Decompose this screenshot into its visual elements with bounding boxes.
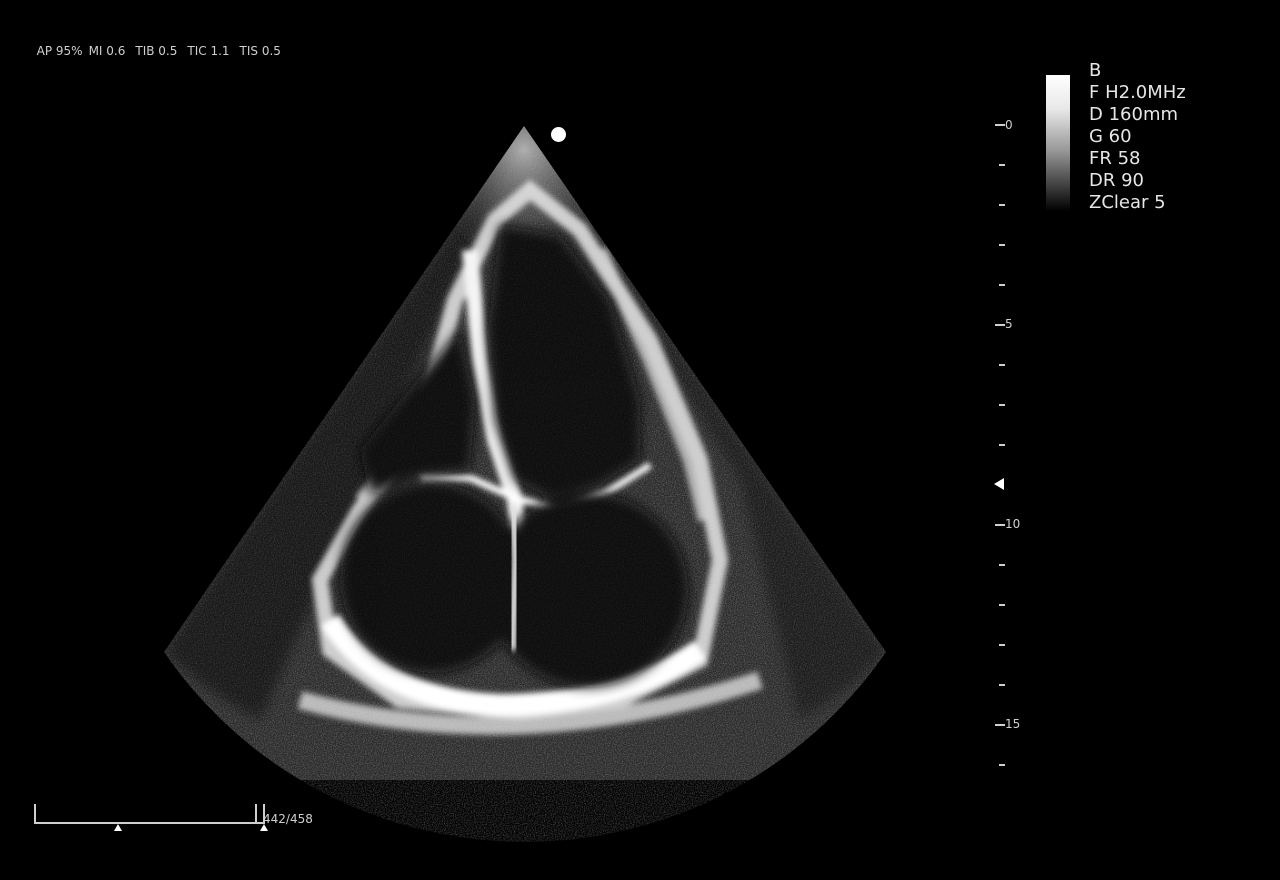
echo-sector-image xyxy=(164,126,886,780)
focus-triangle-icon[interactable] xyxy=(994,478,1004,490)
depth-tick-major xyxy=(995,524,1005,526)
depth-tick xyxy=(999,164,1005,166)
depth-tick xyxy=(999,244,1005,246)
depth-tick xyxy=(999,684,1005,686)
depth-label-10: 10 xyxy=(1005,517,1021,531)
cine-start-cap xyxy=(34,804,36,824)
depth-tick xyxy=(999,204,1005,206)
depth-tick xyxy=(999,284,1005,286)
depth-label: D 160mm xyxy=(1089,104,1179,125)
depth-tick xyxy=(999,364,1005,366)
depth-tick xyxy=(999,764,1005,766)
orientation-dot-icon xyxy=(551,127,566,142)
cine-start-marker-icon[interactable] xyxy=(114,824,122,831)
depth-scale: 0 5 10 15 xyxy=(990,110,1030,780)
depth-label-15: 15 xyxy=(1005,717,1021,731)
depth-tick-major xyxy=(995,324,1005,326)
frame-rate-label: FR 58 xyxy=(1089,148,1141,169)
zclear-label: ZClear 5 xyxy=(1089,192,1166,213)
frame-counter: 442/458 xyxy=(263,812,313,826)
frequency-label: F H2.0MHz xyxy=(1089,82,1186,103)
depth-tick xyxy=(999,604,1005,606)
depth-tick xyxy=(999,564,1005,566)
gain-label: G 60 xyxy=(1089,126,1132,147)
depth-tick-major xyxy=(995,124,1005,126)
grayscale-map-bar xyxy=(1046,75,1070,211)
depth-tick xyxy=(999,404,1005,406)
sector-content xyxy=(164,126,886,780)
depth-tick xyxy=(999,444,1005,446)
mode-label: B xyxy=(1089,60,1102,81)
depth-tick-major xyxy=(995,724,1005,726)
depth-tick xyxy=(999,644,1005,646)
cine-track[interactable] xyxy=(34,822,264,824)
cine-loop-bar[interactable] xyxy=(34,804,268,831)
imaging-settings-panel: B F H2.0MHz D 160mm G 60 FR 58 DR 90 ZCl… xyxy=(1089,60,1186,214)
depth-label-5: 5 xyxy=(1005,317,1013,331)
cine-end-cap xyxy=(255,804,257,824)
depth-label-0: 0 xyxy=(1005,118,1013,132)
dynamic-range-label: DR 90 xyxy=(1089,170,1144,191)
